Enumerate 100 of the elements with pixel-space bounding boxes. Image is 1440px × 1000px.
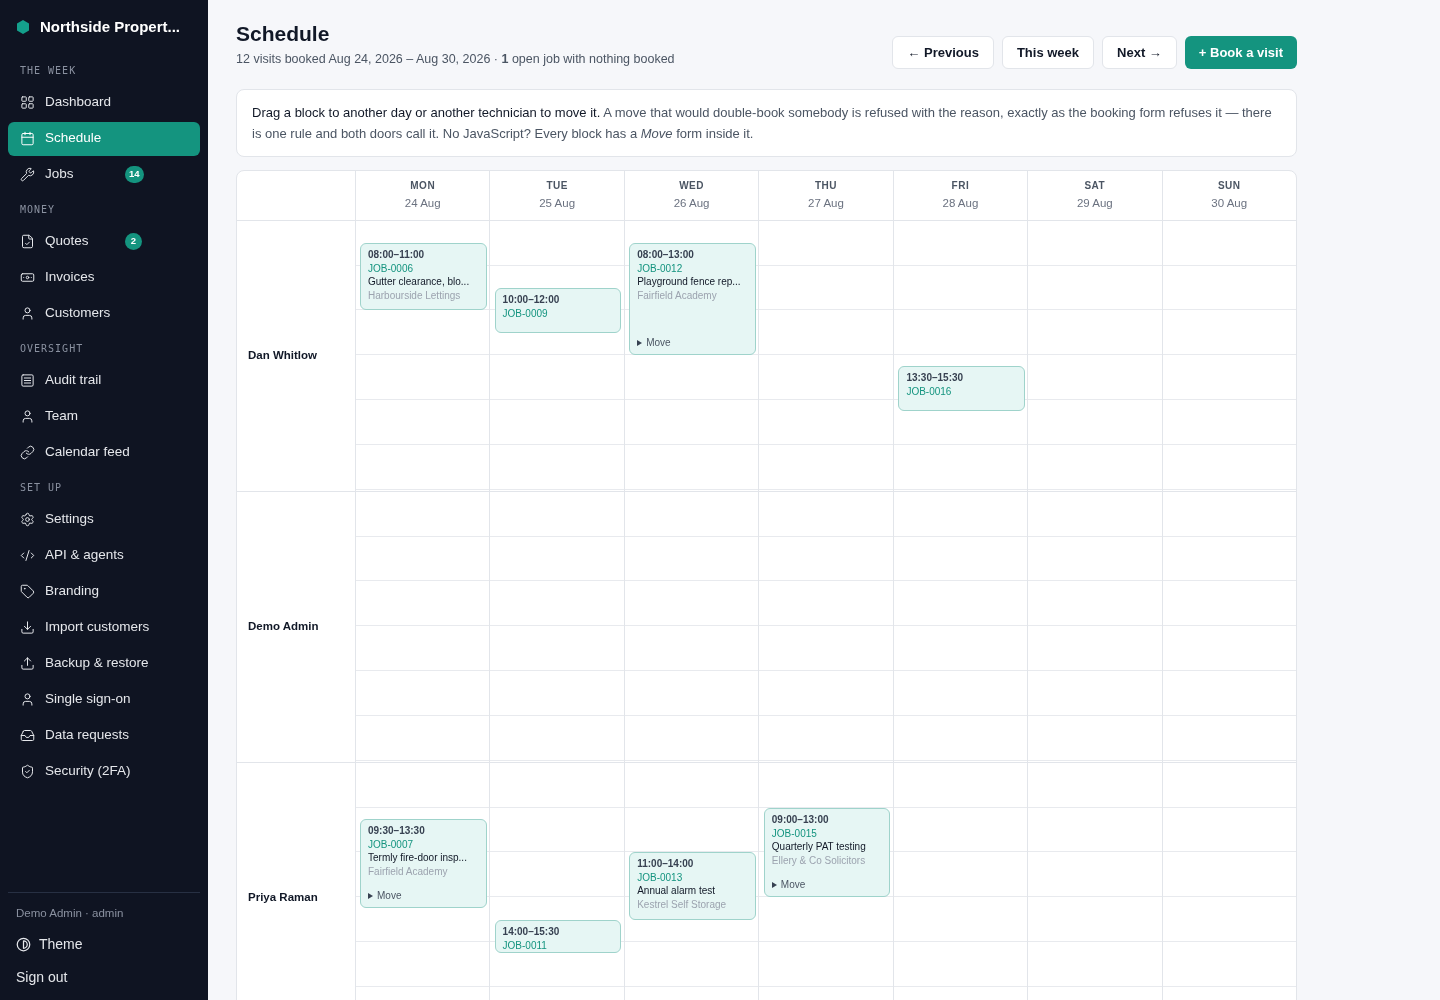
visit-block[interactable]: 10:00–12:00 JOB-0009 <box>494 287 622 333</box>
link-icon <box>20 445 35 460</box>
day-date: 28 Aug <box>942 196 979 212</box>
day-name: SAT <box>1084 179 1106 194</box>
job-link[interactable]: JOB-0006 <box>368 262 479 276</box>
technician-name: Priya Raman <box>248 890 318 906</box>
count-badge: 2 <box>125 233 142 250</box>
page-title: Schedule <box>236 21 331 47</box>
job-link[interactable]: JOB-0013 <box>637 871 748 885</box>
day-date: 27 Aug <box>808 196 844 212</box>
day-date: 30 Aug <box>1211 196 1248 212</box>
visit-block[interactable]: 14:00–15:30 JOB-0011 <box>494 919 622 954</box>
day-date: 29 Aug <box>1076 196 1113 212</box>
section-label: MONEY <box>19 202 57 217</box>
nav-item[interactable]: Data requests <box>8 718 200 753</box>
visit-time: 09:30–13:30 <box>368 823 426 838</box>
wrench-icon <box>20 167 35 182</box>
user-label: Demo Admin · admin <box>16 905 125 921</box>
visit-block[interactable]: 09:30–13:30 JOB-0007 Termly fire-door insp... Fairfield Academy Move <box>360 818 487 909</box>
nav-item[interactable]: Team <box>8 399 200 434</box>
visit-block[interactable]: 11:00–14:00 JOB-0013 Annual alarm test Kestrel Self Storage <box>629 852 756 920</box>
nav-item[interactable]: Invoices <box>8 260 200 295</box>
visit-title: Playground fence rep... <box>637 275 742 290</box>
settings-icon <box>20 512 35 527</box>
section-label: SET UP <box>19 480 64 495</box>
nav-item[interactable]: Security (2FA) <box>8 754 200 789</box>
nav-item[interactable]: Dashboard <box>8 85 200 120</box>
nav-item[interactable]: Single sign-on <box>8 682 200 717</box>
page-subtitle: 12 visits booked Aug 24, 2026 – Aug 30, 2026 · 1 open job with nothing booked <box>236 51 675 68</box>
nav-item[interactable]: Schedule <box>8 121 200 156</box>
visit-time: 13:30–15:30 <box>906 371 965 386</box>
triangle-icon <box>771 881 777 888</box>
logo-icon <box>16 20 30 35</box>
day-name: TUE <box>546 179 568 194</box>
day-name: WED <box>679 179 704 194</box>
visit-time: 08:00–11:00 <box>368 248 426 263</box>
inbox-icon <box>20 728 35 743</box>
nav-button[interactable]: This week <box>1001 35 1095 69</box>
nav-item[interactable]: Customers <box>8 296 200 331</box>
nav-button[interactable]: Next → <box>1102 35 1177 69</box>
section-label: THE WEEK <box>19 63 78 78</box>
day-date: 24 Aug <box>404 196 441 212</box>
info-text: Drag a block to another day or another technician to move it. A move that would double-book somebody is refused with the reason, exactly as the booking form refuses it — there is one rule and both doors call it. No JavaScript? Every block has a Move form inside it. <box>252 103 1273 143</box>
book-visit-button[interactable]: + Book a visit <box>1184 35 1297 69</box>
brand-name: Northside Propert... <box>40 17 181 37</box>
job-link[interactable]: JOB-0009 <box>502 306 614 320</box>
nav-item[interactable]: Quotes 2 <box>8 224 200 259</box>
visit-block[interactable]: 08:00–11:00 JOB-0006 Gutter clearance, blo... Harbourside Lettings <box>360 243 487 311</box>
nav-item[interactable]: Settings <box>8 502 200 537</box>
sign-out-link[interactable]: Sign out <box>16 967 192 988</box>
nav-item[interactable]: Jobs 14 <box>8 157 200 192</box>
banknote-icon <box>20 270 35 285</box>
customer-name: Fairfield Academy <box>637 289 718 304</box>
visit-time: 11:00–14:00 <box>637 857 695 872</box>
nav-item[interactable]: Calendar feed <box>8 435 200 470</box>
visit-title: Termly fire-door insp... <box>368 850 468 865</box>
day-name: THU <box>814 179 837 194</box>
upload-icon <box>20 656 35 671</box>
day-date: 25 Aug <box>539 196 576 212</box>
person-icon <box>20 409 35 424</box>
move-toggle[interactable]: Move <box>377 888 402 904</box>
document-check-icon <box>20 234 35 249</box>
tag-icon <box>20 584 35 599</box>
nav-item[interactable]: API & agents <box>8 538 200 573</box>
count-badge: 14 <box>125 166 144 183</box>
nav-item[interactable]: Import customers <box>8 610 200 645</box>
visit-time: 10:00–12:00 <box>502 292 561 307</box>
theme-button[interactable]: Theme <box>16 934 83 955</box>
day-name: SUN <box>1217 179 1241 194</box>
customer-name: Harbourside Lettings <box>368 289 462 304</box>
technician-name: Demo Admin <box>248 619 319 635</box>
nav-button[interactable]: ← Previous <box>892 35 994 69</box>
job-link[interactable]: JOB-0007 <box>368 837 479 851</box>
nav-item[interactable]: Audit trail <box>8 363 200 398</box>
job-link[interactable]: JOB-0011 <box>502 938 614 952</box>
visit-time: 14:00–15:30 <box>502 924 561 939</box>
visit-title: Annual alarm test <box>637 884 716 899</box>
job-link[interactable]: JOB-0015 <box>771 826 883 840</box>
job-link[interactable]: JOB-0016 <box>906 385 1017 399</box>
move-toggle[interactable]: Move <box>646 335 671 351</box>
job-link[interactable]: JOB-0012 <box>637 262 748 276</box>
shield-icon <box>20 764 35 779</box>
download-icon <box>20 620 35 635</box>
visit-title: Gutter clearance, blo... <box>368 275 471 290</box>
list-icon <box>20 373 35 388</box>
visit-title: Quarterly PAT testing <box>771 839 867 854</box>
nav-item[interactable]: Branding <box>8 574 200 609</box>
calendar-icon <box>20 131 35 146</box>
nav-item[interactable]: Backup & restore <box>8 646 200 681</box>
visit-block[interactable]: 13:30–15:30 JOB-0016 <box>898 366 1025 412</box>
grid-icon <box>20 95 35 110</box>
day-date: 26 Aug <box>673 196 710 212</box>
triangle-icon <box>637 339 643 346</box>
visit-block[interactable]: 08:00–13:00 JOB-0012 Playground fence rep... Fairfield Academy Move <box>629 243 756 356</box>
customer-name: Fairfield Academy <box>368 864 449 879</box>
code-icon <box>20 548 35 563</box>
visit-block[interactable]: 09:00–13:00 JOB-0015 Quarterly PAT testing Ellery & Co Solicitors Move <box>763 807 891 898</box>
visit-time: 09:00–13:00 <box>771 812 830 827</box>
person-icon <box>20 692 35 707</box>
move-toggle[interactable]: Move <box>780 877 806 893</box>
